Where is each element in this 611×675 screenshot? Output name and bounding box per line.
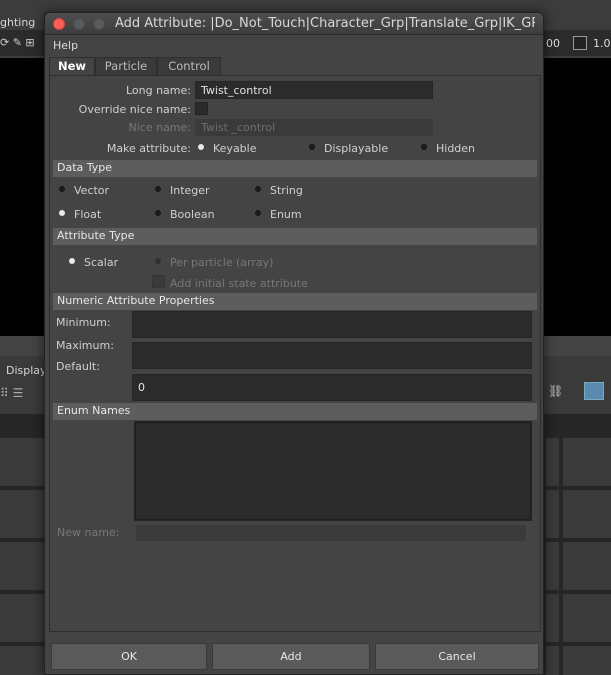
enum-radio[interactable] (255, 210, 261, 216)
displayable-radio[interactable] (309, 144, 315, 150)
background-value-field[interactable]: 00 (546, 37, 560, 50)
default-label: Default: (56, 360, 100, 373)
per-particle-label: Per particle (array) (170, 256, 274, 269)
minimize-window-button[interactable] (73, 18, 85, 30)
tab-particle[interactable]: Particle (95, 57, 157, 75)
minimum-label: Minimum: (56, 316, 111, 329)
dialog-menubar: Help (45, 36, 543, 56)
background-link-icon[interactable]: ⛓ (548, 384, 563, 398)
tab-new[interactable]: New (49, 57, 95, 75)
new-name-label: New name: (57, 526, 120, 539)
maximum-field[interactable] (132, 342, 532, 369)
enum-names-header: Enum Names (53, 403, 537, 420)
dialog-title: Add Attribute: |Do_Not_Touch|Character_G… (115, 16, 535, 31)
keyable-label: Keyable (213, 142, 257, 155)
override-nice-name-checkbox[interactable] (195, 102, 208, 115)
integer-label: Integer (170, 184, 210, 197)
background-grid-icon[interactable] (584, 382, 604, 400)
maximize-window-button[interactable] (93, 18, 105, 30)
add-button[interactable]: Add (212, 643, 370, 670)
hidden-radio[interactable] (421, 144, 427, 150)
vector-label: Vector (74, 184, 110, 197)
background-list-icon[interactable]: ⠿ ☰ (0, 386, 23, 400)
default-field[interactable]: 0 (132, 374, 532, 401)
menu-help[interactable]: Help (53, 39, 78, 52)
hidden-label: Hidden (436, 142, 476, 155)
cancel-button[interactable]: Cancel (375, 643, 539, 670)
per-particle-radio[interactable] (155, 258, 161, 264)
enum-label: Enum (270, 208, 302, 221)
make-attribute-label: Make attribute: (106, 142, 191, 155)
add-attribute-dialog: Add Attribute: |Do_Not_Touch|Character_G… (44, 12, 544, 675)
numeric-properties-header: Numeric Attribute Properties (53, 293, 537, 310)
nice-name-label: Nice name: (128, 121, 192, 134)
boolean-label: Boolean (170, 208, 215, 221)
scalar-label: Scalar (84, 256, 119, 269)
displayable-label: Displayable (324, 142, 389, 155)
keyable-radio[interactable] (198, 144, 204, 150)
vector-radio[interactable] (59, 186, 65, 192)
background-tool-icons: ⟳ ✎ ⊞ (0, 36, 35, 49)
integer-radio[interactable] (155, 186, 161, 192)
override-nice-name-label: Override nice name: (78, 103, 191, 116)
dialog-titlebar[interactable]: Add Attribute: |Do_Not_Touch|Character_G… (45, 13, 543, 35)
long-name-field[interactable]: Twist_control (195, 81, 433, 99)
initial-state-checkbox[interactable] (152, 275, 165, 288)
tab-control[interactable]: Control (157, 57, 221, 75)
string-label: String (270, 184, 303, 197)
dialog-tabs: New Particle Control (45, 57, 543, 75)
minimum-field[interactable] (132, 311, 532, 338)
background-value-field-2[interactable]: 1.0 (593, 37, 611, 50)
long-name-label: Long name: (125, 84, 191, 97)
float-radio[interactable] (59, 210, 65, 216)
data-type-header: Data Type (53, 160, 537, 177)
maximum-label: Maximum: (56, 339, 114, 352)
ok-button[interactable]: OK (51, 643, 207, 670)
boolean-radio[interactable] (155, 210, 161, 216)
float-label: Float (74, 208, 102, 221)
new-name-field[interactable] (136, 525, 526, 541)
nice-name-field[interactable]: Twist _control (195, 119, 433, 136)
enum-names-list[interactable] (134, 421, 532, 521)
initial-state-label: Add initial state attribute (170, 277, 308, 290)
attribute-type-header: Attribute Type (53, 228, 537, 245)
string-radio[interactable] (255, 186, 261, 192)
background-display-menu[interactable]: Display (6, 364, 47, 377)
scalar-radio[interactable] (69, 258, 75, 264)
close-window-button[interactable] (53, 18, 65, 30)
background-toggle-box[interactable] (573, 36, 587, 50)
